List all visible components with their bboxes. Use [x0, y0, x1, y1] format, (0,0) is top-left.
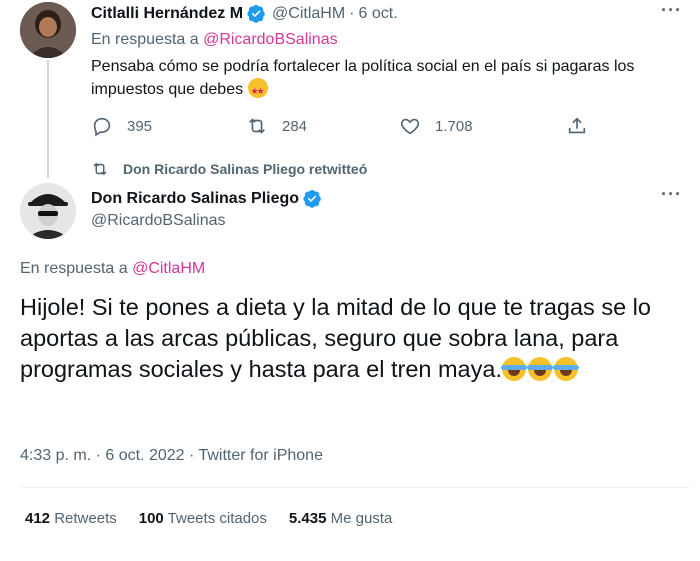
more-options-button[interactable]: ··· [661, 0, 682, 21]
tweet-actions: 395 284 1.708 [91, 115, 591, 137]
tears-of-joy-emoji-icon [500, 357, 527, 381]
retweets-label: Retweets [54, 510, 117, 527]
retweet-count: 284 [282, 117, 308, 135]
reply-button[interactable]: 395 [91, 115, 152, 137]
tears-of-joy-emoji-icon [552, 357, 579, 381]
author-name: Don Ricardo Salinas Pliego [91, 189, 322, 208]
author-name-text[interactable]: Don Ricardo Salinas Pliego [91, 190, 299, 208]
likes-count: 5.435 [288, 510, 327, 527]
tweet-timestamp[interactable]: 4:33 p. m. · 6 oct. 2022 · Twitter for i… [20, 447, 323, 465]
reply-context: En respuesta a @RicardoBSalinas [91, 31, 338, 49]
reply-icon [93, 117, 111, 137]
tweet-text-content: Pensaba cómo se podría fortalecer la pol… [91, 58, 635, 98]
tweet-date[interactable]: 6 oct. [359, 5, 398, 23]
retweet-icon [249, 118, 265, 134]
avatar[interactable] [20, 2, 76, 58]
reply-prefix: En respuesta a [91, 31, 199, 48]
likes-label: Me gusta [330, 510, 393, 527]
retweet-notice-text[interactable]: Don Ricardo Salinas Pliego retwitteó [123, 161, 367, 177]
reply-count: 395 [127, 117, 153, 135]
retweet-notice: Don Ricardo Salinas Pliego retwitteó [91, 160, 367, 178]
divider [20, 487, 690, 488]
tears-of-joy-emoji-icon [526, 357, 553, 381]
like-count: 1.708 [435, 117, 473, 135]
heart-icon [400, 118, 420, 135]
more-options-button[interactable]: ··· [661, 184, 682, 205]
reply-mention-link[interactable]: @CitlaHM [132, 260, 205, 277]
avatar[interactable] [20, 183, 76, 239]
like-button[interactable]: 1.708 [399, 115, 473, 137]
reply-prefix: En respuesta a [20, 260, 128, 277]
author-handle[interactable]: @CitlaHM [272, 5, 345, 23]
retweet-button[interactable]: 284 [246, 115, 307, 137]
quotes-count: 100 [138, 510, 164, 527]
verified-badge-icon [303, 189, 321, 208]
retweets-stat[interactable]: 412 Retweets [25, 510, 117, 527]
thread-line [47, 60, 49, 178]
star-struck-emoji-icon [247, 78, 268, 102]
tweet-header: Citlalli Hernández M @CitlaHM · 6 oct. [91, 4, 398, 23]
verified-badge-icon [247, 4, 265, 23]
reply-mention-link[interactable]: @RicardoBSalinas [203, 31, 338, 48]
tweet-text: Hijole! Si te pones a dieta y la mitad d… [20, 292, 690, 385]
share-button[interactable] [566, 115, 588, 137]
quote-tweets-stat[interactable]: 100 Tweets citados [139, 510, 267, 527]
retweet-icon [93, 162, 107, 176]
author-handle[interactable]: @RicardoBSalinas [91, 212, 226, 230]
likes-stat[interactable]: 5.435 Me gusta [289, 510, 392, 527]
retweets-count: 412 [25, 510, 51, 527]
author-name[interactable]: Citlalli Hernández M [91, 5, 243, 23]
share-icon [568, 117, 586, 134]
separator: · [349, 4, 355, 22]
reply-tweet[interactable]: Citlalli Hernández M @CitlaHM · 6 oct. ·… [0, 0, 700, 178]
reply-context: En respuesta a @CitlaHM [20, 260, 205, 278]
tweet-text: Pensaba cómo se podría fortalecer la pol… [91, 56, 691, 102]
quotes-label: Tweets citados [167, 510, 267, 527]
tweet-stats: 412 Retweets 100 Tweets citados 5.435 Me… [25, 510, 414, 527]
